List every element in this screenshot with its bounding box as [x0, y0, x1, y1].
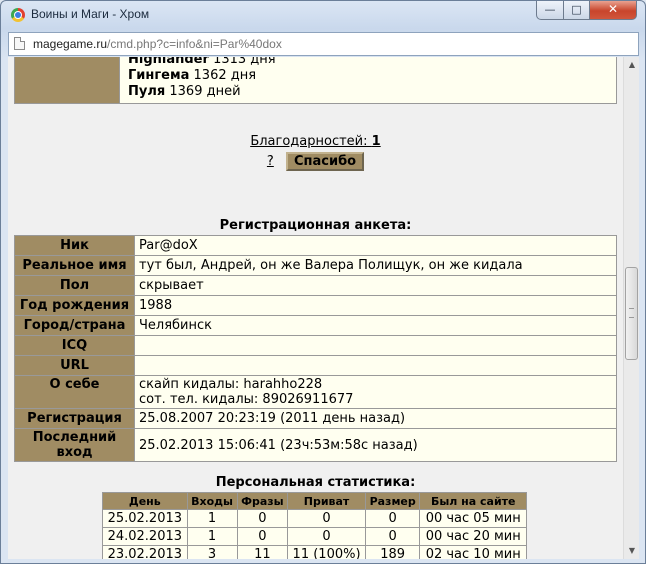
table-cell: 23.02.2013: [102, 545, 188, 559]
times-list: Highlander 1313 дня Гингема 1362 дня Пул…: [119, 57, 617, 104]
minimize-button[interactable]: —: [536, 1, 564, 20]
address-bar[interactable]: magegame.ru/cmd.php?c=info&ni=Par%40dox: [8, 32, 639, 56]
table-cell: 11 (100%): [287, 545, 366, 559]
table-cell: 3: [186, 545, 238, 559]
url-host: magegame.ru: [33, 37, 108, 51]
page-icon: [14, 37, 25, 50]
table-row: 24.02.2013 1 0 0 0 00 час 20 мин: [102, 527, 527, 546]
table-row: Регистрация 25.08.2007 20:23:19 (2011 ден…: [14, 408, 617, 429]
field-label: Регистрация: [14, 408, 135, 429]
column-header: Размер: [364, 492, 421, 510]
field-label: URL: [14, 355, 135, 376]
table-cell: 00 час 05 мин: [419, 509, 527, 528]
scrollbar-thumb[interactable]: [625, 267, 638, 360]
column-header: Приват: [287, 492, 366, 510]
window-title: Воины и Маги - Хром: [31, 7, 150, 21]
field-label: Реальное имя: [14, 255, 135, 276]
field-value: скайп кидалы: harahho228 сот. тел. кидалы…: [134, 375, 617, 409]
title-bar[interactable]: Воины и Маги - Хром — □ ✕: [1, 1, 645, 29]
table-row: 25.02.2013 1 0 0 0 00 час 05 мин: [102, 509, 527, 528]
times-item: Пуля 1369 дней: [128, 84, 241, 99]
column-header: Входы: [186, 492, 238, 510]
help-link[interactable]: ?: [267, 154, 274, 169]
table-row: Последний вход 25.02.2013 15:06:41 (23ч:5…: [14, 428, 617, 462]
field-value: 1988: [134, 295, 617, 316]
thanks-label: Благодарностей:: [250, 134, 368, 149]
thanks-count-link[interactable]: Благодарностей: 1: [8, 134, 623, 149]
table-cell: 1: [186, 527, 238, 546]
times-item: Гингема 1362 дня: [128, 68, 257, 83]
url-text[interactable]: magegame.ru/cmd.php?c=info&ni=Par%40dox: [33, 37, 282, 51]
field-value: 25.02.2013 15:06:41 (23ч:53м:58с назад): [134, 428, 617, 462]
table-row: Город/страна Челябинск: [14, 315, 617, 336]
thanks-row: ? Спасибо: [8, 152, 623, 171]
column-header: День: [102, 492, 188, 510]
field-value: Par@doX: [134, 235, 617, 256]
table-row: Ник Par@doX: [14, 235, 617, 256]
table-row: ICQ: [14, 335, 617, 356]
field-label: Пол: [14, 275, 135, 296]
registration-table: Ник Par@doX Реальное имя тут был, Андрей, …: [14, 235, 617, 462]
times-item: Highlander 1313 дня: [128, 57, 276, 67]
table-cell: 02 час 10 мин: [419, 545, 527, 559]
field-value: [134, 335, 617, 356]
field-value: 25.08.2007 20:23:19 (2011 день назад): [134, 408, 617, 429]
stats-table: День Входы Фразы Приват Размер Был на са…: [102, 492, 527, 559]
table-cell: 0: [364, 527, 421, 546]
stats-title: Персональная статистика:: [215, 475, 416, 490]
table-row: URL: [14, 355, 617, 376]
url-path: /cmd.php?c=info&ni=Par%40dox: [107, 37, 282, 51]
table-row: Реальное имя тут был, Андрей, он же Валер…: [14, 255, 617, 276]
table-row: О себе скайп кидалы: harahho228 сот. тел. …: [14, 375, 617, 409]
table-cell: 24.02.2013: [102, 527, 188, 546]
scroll-down-icon[interactable]: ▼: [624, 543, 640, 559]
page-viewport: Highlander 1313 дня Гингема 1362 дня Пул…: [8, 57, 623, 559]
field-value: Челябинск: [134, 315, 617, 336]
field-label: Последний вход: [14, 428, 135, 462]
thanks-count: 1: [371, 134, 381, 149]
field-label: Ник: [14, 235, 135, 256]
table-header-row: День Входы Фразы Приват Размер Был на са…: [102, 492, 527, 510]
close-button[interactable]: ✕: [589, 1, 637, 20]
table-cell: 0: [364, 509, 421, 528]
times-table: Highlander 1313 дня Гингема 1362 дня Пул…: [14, 57, 617, 104]
table-cell: 189: [364, 545, 421, 559]
field-value: тут был, Андрей, он же Валера Полищук, о…: [134, 255, 617, 276]
table-cell: 0: [287, 509, 366, 528]
vertical-scrollbar[interactable]: ▲ ▼: [623, 57, 639, 559]
registration-title: Регистрационная анкета:: [219, 218, 412, 233]
table-cell: 0: [236, 527, 289, 546]
field-value: скрывает: [134, 275, 617, 296]
chrome-icon: [11, 8, 25, 22]
field-value: [134, 355, 617, 376]
field-label: Год рождения: [14, 295, 135, 316]
table-cell: 0: [236, 509, 289, 528]
field-label: О себе: [14, 375, 135, 409]
scroll-up-icon[interactable]: ▲: [624, 57, 640, 73]
times-left-cell: [14, 57, 120, 104]
browser-window: Воины и Маги - Хром — □ ✕ magegame.ru/cm…: [0, 0, 646, 564]
thanks-button[interactable]: Спасибо: [285, 152, 365, 171]
column-header: Был на сайте: [419, 492, 527, 510]
about-line: скайп кидалы: harahho228: [139, 377, 323, 392]
table-cell: 1: [186, 509, 238, 528]
table-cell: 00 час 20 мин: [419, 527, 527, 546]
table-cell: 11: [236, 545, 289, 559]
field-label: Город/страна: [14, 315, 135, 336]
table-cell: 25.02.2013: [102, 509, 188, 528]
column-header: Фразы: [236, 492, 289, 510]
maximize-button[interactable]: □: [563, 1, 590, 20]
field-label: ICQ: [14, 335, 135, 356]
table-cell: 0: [287, 527, 366, 546]
table-row: Год рождения 1988: [14, 295, 617, 316]
table-row: Пол скрывает: [14, 275, 617, 296]
table-row: 23.02.2013 3 11 11 (100%) 189 02 час 10 …: [102, 545, 527, 559]
about-line: сот. тел. кидалы: 89026911677: [139, 392, 354, 407]
